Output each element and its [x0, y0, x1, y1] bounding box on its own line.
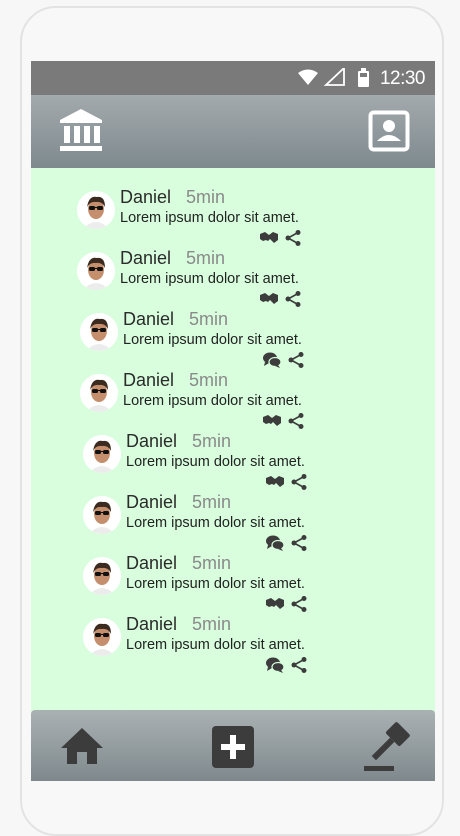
- gavel-icon[interactable]: [362, 720, 414, 774]
- post-text: Lorem ipsum dolor sit amet.: [123, 332, 302, 348]
- post-author[interactable]: Daniel: [126, 553, 177, 574]
- share-icon[interactable]: [289, 656, 309, 674]
- add-icon[interactable]: [212, 726, 254, 768]
- avatar[interactable]: [83, 618, 121, 656]
- avatar-image: [83, 435, 121, 473]
- status-bar: 12:30: [31, 61, 435, 95]
- bank-icon[interactable]: [58, 107, 104, 153]
- post-author[interactable]: Daniel: [126, 431, 177, 452]
- handshake-icon[interactable]: [259, 290, 279, 308]
- post-text: Lorem ipsum dolor sit amet.: [120, 271, 299, 287]
- feed-post[interactable]: Daniel 5min Lorem ipsum dolor sit amet.: [77, 248, 377, 308]
- share-icon[interactable]: [289, 473, 309, 491]
- feed-post[interactable]: Daniel 5min Lorem ipsum dolor sit amet.: [83, 492, 383, 552]
- avatar-image: [83, 496, 121, 534]
- feed-post[interactable]: Daniel 5min Lorem ipsum dolor sit amet.: [83, 553, 383, 613]
- post-actions: [265, 534, 309, 552]
- handshake-icon[interactable]: [262, 412, 282, 430]
- post-actions: [259, 229, 303, 247]
- comments-icon[interactable]: [265, 534, 285, 552]
- share-icon[interactable]: [283, 229, 303, 247]
- avatar-image: [77, 252, 115, 290]
- feed-post[interactable]: Daniel 5min Lorem ipsum dolor sit amet.: [83, 614, 383, 674]
- feed-post[interactable]: Daniel 5min Lorem ipsum dolor sit amet.: [80, 309, 380, 369]
- post-author[interactable]: Daniel: [126, 492, 177, 513]
- share-icon[interactable]: [289, 534, 309, 552]
- post-time: 5min: [186, 248, 226, 268]
- avatar-image: [80, 374, 118, 412]
- avatar[interactable]: [83, 435, 121, 473]
- handshake-icon[interactable]: [265, 473, 285, 491]
- post-author[interactable]: Daniel: [120, 187, 171, 208]
- post-actions: [262, 412, 306, 430]
- post-time: 5min: [192, 553, 232, 573]
- post-time: 5min: [192, 614, 232, 634]
- post-author[interactable]: Daniel: [123, 309, 174, 330]
- feed-post[interactable]: Daniel 5min Lorem ipsum dolor sit amet.: [77, 187, 377, 247]
- post-actions: [265, 473, 309, 491]
- avatar[interactable]: [77, 191, 115, 229]
- post-text: Lorem ipsum dolor sit amet.: [123, 393, 302, 409]
- handshake-icon[interactable]: [265, 595, 285, 613]
- post-text: Lorem ipsum dolor sit amet.: [126, 576, 305, 592]
- post-actions: [259, 290, 303, 308]
- profile-icon[interactable]: [368, 110, 410, 152]
- bottom-nav: [31, 710, 435, 781]
- post-actions: [265, 595, 309, 613]
- app-bar: [31, 95, 435, 168]
- post-author[interactable]: Daniel: [126, 614, 177, 635]
- share-icon[interactable]: [286, 351, 306, 369]
- status-time: 12:30: [379, 68, 426, 89]
- post-time: 5min: [192, 431, 232, 451]
- share-icon[interactable]: [286, 412, 306, 430]
- home-icon[interactable]: [59, 726, 105, 766]
- post-author[interactable]: Daniel: [123, 370, 174, 391]
- share-icon[interactable]: [283, 290, 303, 308]
- post-text: Lorem ipsum dolor sit amet.: [120, 210, 299, 226]
- feed-list: Daniel 5min Lorem ipsum dolor sit amet. Dan…: [31, 168, 435, 710]
- avatar-image: [77, 191, 115, 229]
- post-author[interactable]: Daniel: [120, 248, 171, 269]
- app-screen: 12:30 Daniel 5min Lorem ipsum dolor sit am…: [31, 61, 435, 781]
- comments-icon[interactable]: [262, 351, 282, 369]
- avatar[interactable]: [83, 496, 121, 534]
- signal-icon: [323, 68, 345, 86]
- battery-icon: [358, 68, 369, 87]
- post-time: 5min: [189, 370, 229, 390]
- post-time: 5min: [189, 309, 229, 329]
- avatar[interactable]: [83, 557, 121, 595]
- post-time: 5min: [192, 492, 232, 512]
- post-actions: [262, 351, 306, 369]
- wifi-icon: [298, 69, 318, 85]
- status-icons: [298, 68, 369, 87]
- post-time: 5min: [186, 187, 226, 207]
- avatar-image: [83, 618, 121, 656]
- avatar[interactable]: [80, 374, 118, 412]
- avatar-image: [83, 557, 121, 595]
- feed-post[interactable]: Daniel 5min Lorem ipsum dolor sit amet.: [83, 431, 383, 491]
- post-text: Lorem ipsum dolor sit amet.: [126, 515, 305, 531]
- post-text: Lorem ipsum dolor sit amet.: [126, 637, 305, 653]
- handshake-icon[interactable]: [259, 229, 279, 247]
- post-text: Lorem ipsum dolor sit amet.: [126, 454, 305, 470]
- feed-post[interactable]: Daniel 5min Lorem ipsum dolor sit amet.: [80, 370, 380, 430]
- avatar[interactable]: [77, 252, 115, 290]
- post-actions: [265, 656, 309, 674]
- avatar[interactable]: [80, 313, 118, 351]
- comments-icon[interactable]: [265, 656, 285, 674]
- share-icon[interactable]: [289, 595, 309, 613]
- avatar-image: [80, 313, 118, 351]
